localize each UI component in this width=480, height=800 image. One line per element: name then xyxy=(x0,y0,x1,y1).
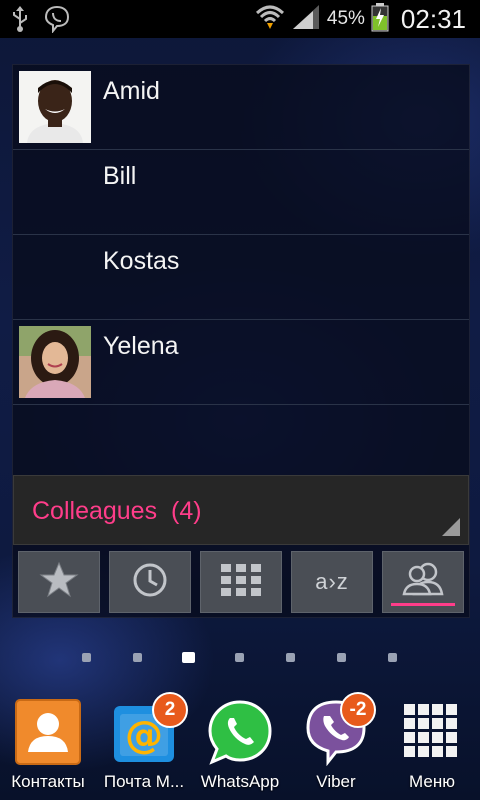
tab-groups[interactable] xyxy=(382,551,464,613)
page-dot[interactable] xyxy=(286,653,295,662)
contact-photo xyxy=(19,326,91,398)
notification-badge: -2 xyxy=(340,692,376,728)
app-whatsapp[interactable]: WhatsApp xyxy=(192,690,288,800)
tab-recent[interactable] xyxy=(109,551,191,613)
page-dot[interactable] xyxy=(235,653,244,662)
dropdown-corner-icon xyxy=(442,518,460,536)
tab-bar: a›z xyxy=(13,547,469,617)
whatsapp-icon xyxy=(206,698,274,766)
dock: Контакты @ 2 Почта М... WhatsApp -2 Vibe… xyxy=(0,690,480,800)
app-contacts[interactable]: Контакты xyxy=(0,690,96,800)
selected-tab-indicator xyxy=(391,603,455,606)
page-dot[interactable] xyxy=(82,653,91,662)
viber-notification-icon xyxy=(44,5,70,38)
page-indicator xyxy=(0,651,480,663)
tab-favorites[interactable] xyxy=(18,551,100,613)
app-label: Viber xyxy=(316,772,356,791)
wifi-icon xyxy=(255,3,285,36)
contact-name: Bill xyxy=(103,162,137,190)
clock-icon xyxy=(130,560,170,605)
status-bar: 45% 02:31 xyxy=(0,0,480,38)
page-dot-active[interactable] xyxy=(182,652,195,663)
app-mail[interactable]: @ 2 Почта М... xyxy=(96,690,192,800)
page-dot[interactable] xyxy=(133,653,142,662)
apps-grid-icon xyxy=(398,698,466,766)
page-dot[interactable] xyxy=(337,653,346,662)
battery-icon xyxy=(371,2,389,37)
signal-icon xyxy=(291,3,321,36)
group-selector[interactable]: Colleagues (4) xyxy=(13,475,469,545)
battery-percent: 45% xyxy=(326,8,365,29)
contact-row[interactable]: Yelena xyxy=(13,320,469,405)
app-viber[interactable]: -2 Viber xyxy=(288,690,384,800)
people-icon xyxy=(400,560,446,605)
tab-dialpad[interactable] xyxy=(200,551,282,613)
contact-photo xyxy=(19,71,91,143)
grid-icon xyxy=(218,560,264,605)
page-dot[interactable] xyxy=(388,653,397,662)
app-label: Контакты xyxy=(11,772,85,791)
app-label: WhatsApp xyxy=(200,772,280,791)
usb-icon xyxy=(10,5,30,38)
tab-alphabetical[interactable]: a›z xyxy=(291,551,373,613)
clock: 02:31 xyxy=(400,3,466,34)
star-icon xyxy=(39,560,79,605)
contact-row[interactable]: Kostas xyxy=(13,235,469,320)
contact-row[interactable]: Bill xyxy=(13,150,469,235)
contact-name: Kostas xyxy=(103,247,180,275)
contacts-widget: Amid Bill Kostas Yelena Colleagues (4) a… xyxy=(12,64,470,618)
app-menu[interactable]: Меню xyxy=(384,690,480,800)
a-to-z-icon: a›z xyxy=(315,569,349,594)
group-label: Colleagues (4) xyxy=(32,497,202,525)
contacts-icon xyxy=(14,698,82,766)
contact-name: Yelena xyxy=(103,332,179,360)
app-label: Меню xyxy=(409,772,455,791)
contact-name: Amid xyxy=(103,77,160,105)
app-label: Почта М... xyxy=(103,772,185,791)
contact-row[interactable]: Amid xyxy=(13,65,469,150)
notification-badge: 2 xyxy=(152,692,188,728)
